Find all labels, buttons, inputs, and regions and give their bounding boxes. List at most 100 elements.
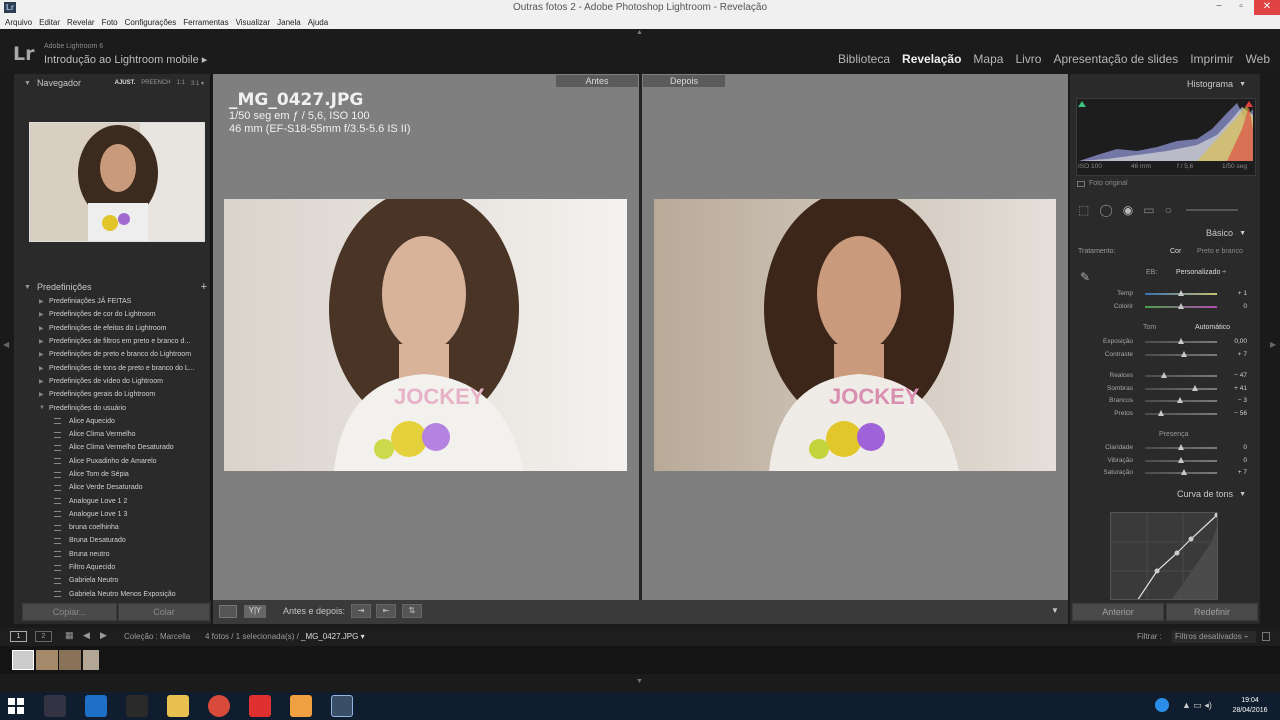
preset-folder[interactable]: ▶ Predefinições de efeitos do Lightroom — [14, 322, 211, 335]
slider-value[interactable]: 0 — [1243, 457, 1247, 464]
collapse-bottom-icon[interactable]: ▼ — [636, 678, 643, 685]
module-biblioteca[interactable]: Biblioteca — [838, 52, 890, 66]
navigator-header[interactable]: ▼ Navegador AJUST. PREENCH 1:1 3:1 ▾ — [14, 74, 210, 92]
maximize-button[interactable]: ▫ — [1230, 0, 1252, 15]
preset-item[interactable]: Bruna Desaturado — [14, 534, 211, 547]
before-photo[interactable]: JOCKEY — [224, 199, 627, 471]
preset-folder[interactable]: ▶ Predefinições de tons de preto e branco… — [14, 361, 211, 374]
radial-filter-icon[interactable]: ○ — [1165, 203, 1172, 217]
preset-item[interactable]: Alice Verde Desaturado — [14, 481, 211, 494]
treatment-bw-option[interactable]: Preto e branco — [1197, 248, 1243, 255]
slider-realces[interactable]: Realces − 47 — [1070, 370, 1260, 381]
slider-value[interactable]: + 41 — [1234, 385, 1247, 392]
menu-janela[interactable]: Janela — [277, 18, 301, 27]
menu-configuracoes[interactable]: Configurações — [125, 18, 177, 27]
auto-tone-button[interactable]: Automático — [1195, 324, 1230, 331]
slider-knob[interactable] — [1192, 385, 1199, 391]
reset-button[interactable]: Redefinir — [1166, 603, 1258, 621]
paste-button[interactable]: Colar — [118, 603, 210, 621]
slider-saturao[interactable]: Saturação + 7 — [1070, 467, 1260, 478]
preset-item[interactable]: Bruna neutro — [14, 548, 211, 561]
crop-tool-icon[interactable]: ⬚ — [1078, 203, 1089, 217]
preset-item[interactable]: Analogue Love 1 2 — [14, 494, 211, 507]
mobile-link[interactable]: Introdução ao Lightroom mobile ▸ — [44, 53, 207, 66]
slider-pretos[interactable]: Pretos − 56 — [1070, 408, 1260, 419]
slider-colorir[interactable]: Colorir 0 — [1070, 301, 1260, 312]
slider-value[interactable]: 0 — [1243, 444, 1247, 451]
original-photo-checkbox[interactable] — [1077, 181, 1085, 187]
filmstrip-thumbnail[interactable] — [36, 650, 58, 670]
preset-folder[interactable]: ▶ Predefiniações JÁ FEITAS — [14, 295, 211, 308]
slider-track[interactable] — [1145, 375, 1217, 377]
slider-value[interactable]: − 3 — [1238, 397, 1247, 404]
graduated-filter-icon[interactable]: ▭ — [1143, 203, 1154, 217]
swap-before-after-button[interactable]: ⇅ — [402, 604, 422, 618]
folder-triangle-icon[interactable]: ▶ — [39, 311, 49, 318]
collapse-triangle-icon[interactable]: ▼ — [1239, 491, 1246, 498]
preset-folder[interactable]: ▶ Predefinições gerais do Lightroom — [14, 388, 211, 401]
slider-knob[interactable] — [1180, 351, 1187, 357]
basic-header[interactable]: Básico ▼ — [1070, 225, 1260, 241]
slider-sombras[interactable]: Sombras + 41 — [1070, 383, 1260, 394]
internet-explorer-icon[interactable] — [85, 695, 107, 717]
white-balance-eyedropper-icon[interactable]: ✎ — [1080, 270, 1090, 284]
current-file[interactable]: _MG_0427.JPG ▾ — [301, 632, 365, 641]
preset-item[interactable]: Alice Clima Vermelho Desaturado — [14, 441, 211, 454]
module-livro[interactable]: Livro — [1015, 52, 1041, 66]
before-after-view-button[interactable]: Y|Y — [244, 605, 266, 618]
histogram-header[interactable]: Histograma ▼ — [1070, 76, 1260, 92]
module-apresentacao[interactable]: Apresentação de slides — [1053, 52, 1178, 66]
tray-icons[interactable]: ▲ ▭ ◂) — [1182, 700, 1212, 711]
slider-vibrao[interactable]: Vibração 0 — [1070, 455, 1260, 466]
slider-value[interactable]: 0,00 — [1234, 338, 1247, 345]
previous-button[interactable]: Anterior — [1072, 603, 1164, 621]
menu-arquivo[interactable]: Arquivo — [5, 18, 32, 27]
module-imprimir[interactable]: Imprimir — [1190, 52, 1233, 66]
preset-item[interactable]: bruna coelhinha — [14, 521, 211, 534]
menu-visualizar[interactable]: Visualizar — [236, 18, 271, 27]
collapse-triangle-icon[interactable]: ▼ — [1239, 230, 1246, 237]
preset-item[interactable]: Gabriela Neutro Menos Exposição — [14, 588, 211, 600]
loupe-view-button[interactable] — [219, 605, 237, 618]
menu-ajuda[interactable]: Ajuda — [308, 18, 328, 27]
menu-revelar[interactable]: Revelar — [67, 18, 95, 27]
slider-value[interactable]: − 56 — [1234, 410, 1247, 417]
preset-item[interactable]: Alice Puxadinho de Amarelo — [14, 455, 211, 468]
system-tray-icon[interactable] — [1155, 698, 1169, 712]
folder-triangle-icon[interactable]: ▶ — [39, 391, 49, 398]
filter-select[interactable]: Filtros desativados ÷ — [1172, 631, 1256, 643]
filter-lock-icon[interactable] — [1262, 632, 1270, 641]
add-preset-icon[interactable]: + — [201, 281, 211, 293]
folder-triangle-icon[interactable]: ▶ — [39, 378, 49, 385]
lightroom-taskbar-icon[interactable] — [331, 695, 353, 717]
right-panel-toggle-icon[interactable]: ▶ — [1270, 340, 1276, 349]
slider-temp[interactable]: Temp + 1 — [1070, 288, 1260, 299]
store-icon[interactable] — [126, 695, 148, 717]
forward-arrow-icon[interactable]: ▶ — [100, 630, 107, 641]
folder-triangle-icon[interactable]: ▶ — [39, 338, 49, 345]
filmstrip-thumbnail[interactable] — [59, 650, 81, 670]
folder-triangle-icon[interactable]: ▶ — [39, 325, 49, 332]
nav-1to1-option[interactable]: 1:1 — [177, 80, 185, 87]
chrome-icon[interactable] — [208, 695, 230, 717]
slider-contraste[interactable]: Contraste + 7 — [1070, 349, 1260, 360]
slider-claridade[interactable]: Claridade 0 — [1070, 442, 1260, 453]
close-button[interactable]: ✕ — [1254, 0, 1280, 15]
slider-knob[interactable] — [1178, 444, 1184, 450]
slider-track[interactable] — [1145, 413, 1217, 415]
spot-removal-icon[interactable]: ◯ — [1099, 203, 1112, 217]
folder-triangle-icon[interactable]: ▶ — [39, 298, 49, 305]
preset-item[interactable]: Alice Clima Vermelho — [14, 428, 211, 441]
slider-knob[interactable] — [1178, 290, 1184, 296]
preset-folder[interactable]: ▶ Predefinições de filtros em preto e bra… — [14, 335, 211, 348]
slider-knob[interactable] — [1178, 338, 1184, 344]
preset-folder[interactable]: ▼ Predefinições do usuário — [14, 401, 211, 414]
preset-item[interactable]: Alice Tom de Sépia — [14, 468, 211, 481]
preset-folder[interactable]: ▶ Predefinições de vídeo do Lightroom — [14, 375, 211, 388]
nav-3to1-option[interactable]: 3:1 ▾ — [191, 80, 204, 87]
preset-item[interactable]: Analogue Love 1 3 — [14, 508, 211, 521]
folder-triangle-icon[interactable]: ▶ — [39, 351, 49, 358]
red-eye-icon[interactable]: ◉ — [1123, 203, 1133, 217]
preset-folder[interactable]: ▶ Predefinições de preto e branco do Ligh… — [14, 348, 211, 361]
slider-knob[interactable] — [1161, 372, 1168, 378]
